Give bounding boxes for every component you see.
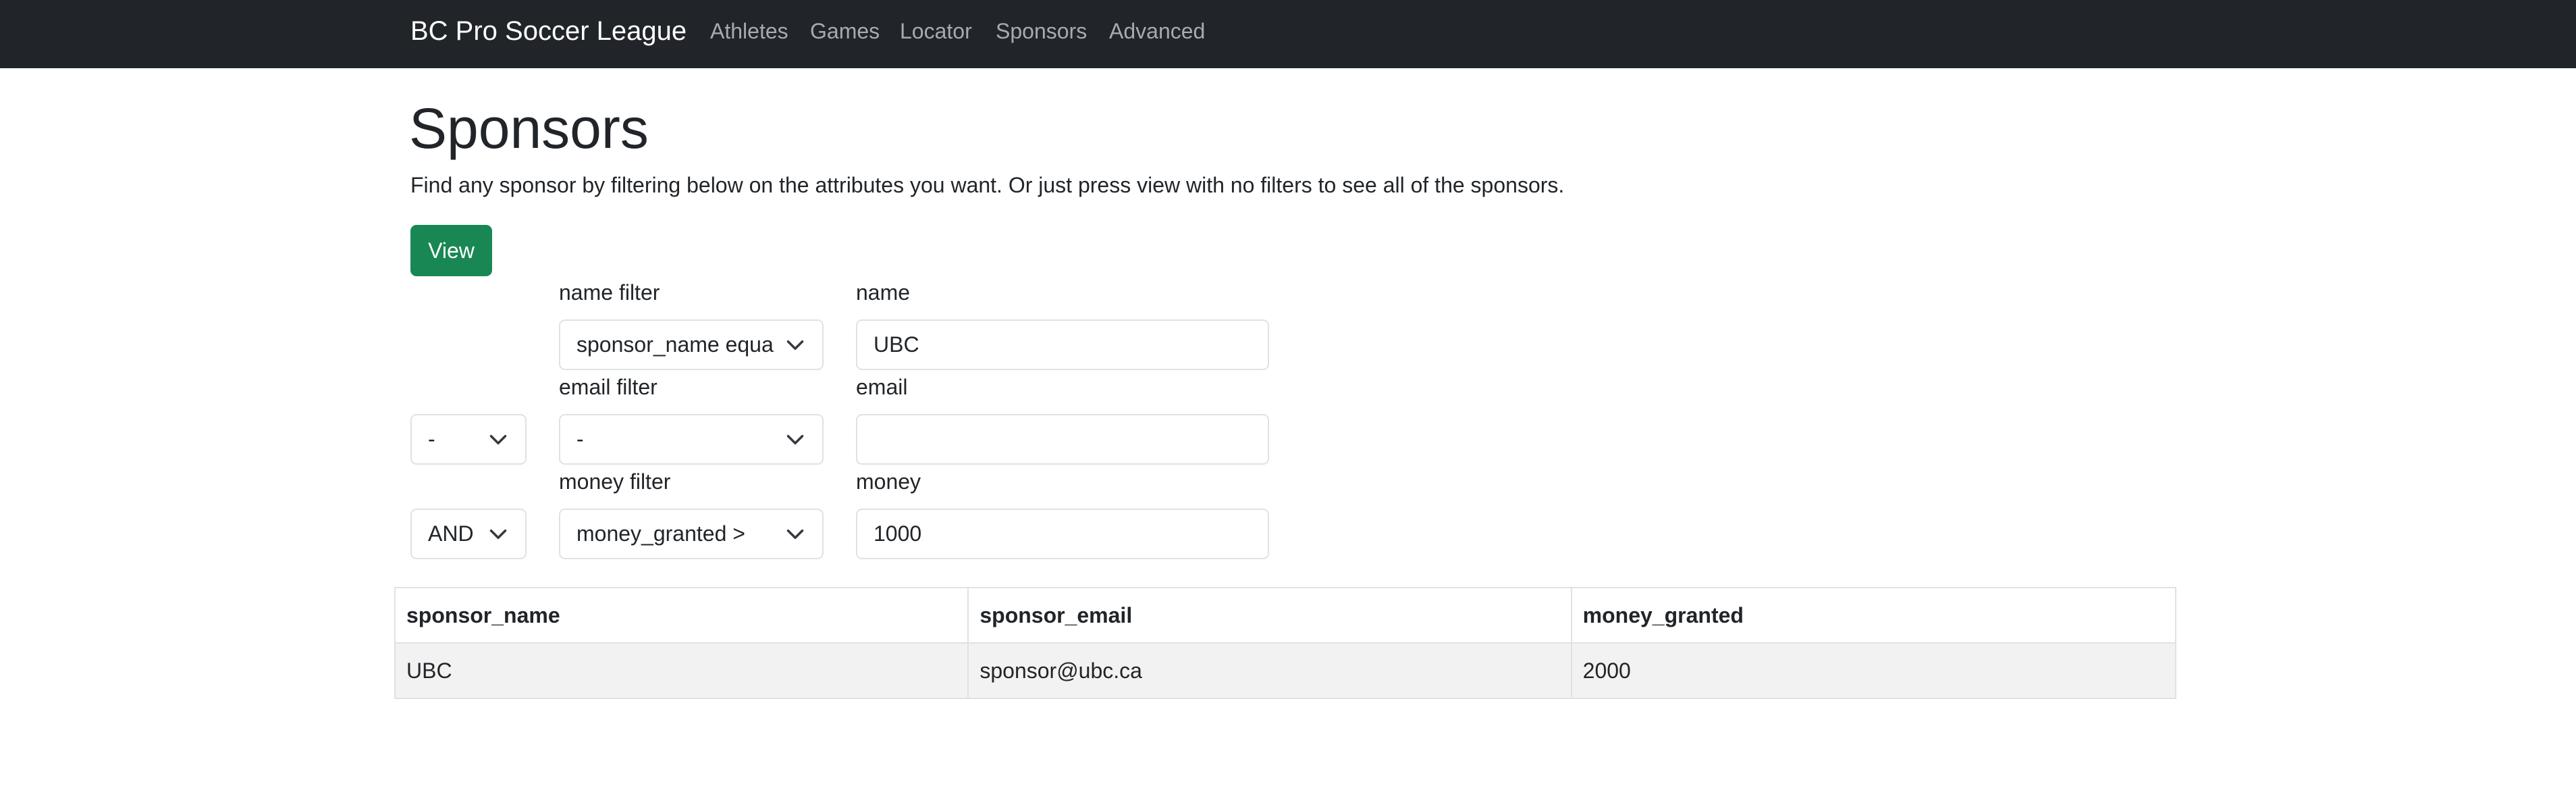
money-connector-select[interactable]: AND bbox=[410, 509, 527, 559]
name-label: name bbox=[856, 280, 911, 305]
money-connector-select-value: AND bbox=[428, 521, 474, 546]
column-header-sponsor-name: sponsor_name bbox=[394, 587, 969, 644]
table-header-row: sponsor_name sponsor_email money_granted bbox=[394, 587, 2177, 644]
page-title: Sponsors bbox=[409, 97, 649, 160]
money-input[interactable] bbox=[856, 509, 1269, 559]
cell-sponsor-name: UBC bbox=[394, 642, 969, 699]
money-filter-select[interactable]: money_granted > bbox=[559, 509, 824, 559]
name-filter-select[interactable]: sponsor_name equa bbox=[559, 319, 824, 370]
nav-link-sponsors[interactable]: Sponsors bbox=[996, 18, 1087, 44]
cell-money-granted: 2000 bbox=[1570, 642, 2177, 699]
chevron-down-icon bbox=[489, 435, 507, 444]
page-description: Find any sponsor by filtering below on t… bbox=[410, 173, 1565, 197]
results-table: sponsor_name sponsor_email money_granted… bbox=[394, 587, 2177, 699]
email-filter-select[interactable]: - bbox=[559, 414, 824, 465]
column-header-sponsor-email: sponsor_email bbox=[967, 587, 1572, 644]
navbar-brand[interactable]: BC Pro Soccer League bbox=[410, 15, 687, 47]
column-header-money-granted: money_granted bbox=[1570, 587, 2177, 644]
chevron-down-icon bbox=[786, 529, 804, 539]
name-filter-select-value: sponsor_name equa bbox=[576, 332, 774, 357]
email-input[interactable] bbox=[856, 414, 1269, 465]
money-label: money bbox=[856, 469, 921, 494]
chevron-down-icon bbox=[786, 340, 804, 350]
email-filter-label: email filter bbox=[559, 375, 658, 399]
chevron-down-icon bbox=[786, 435, 804, 444]
navbar: BC Pro Soccer League Athletes Games Loca… bbox=[0, 0, 2576, 68]
email-connector-select[interactable]: - bbox=[410, 414, 527, 465]
money-filter-label: money filter bbox=[559, 469, 671, 494]
view-button[interactable]: View bbox=[410, 225, 492, 276]
name-input[interactable] bbox=[856, 319, 1269, 370]
cell-sponsor-email: sponsor@ubc.ca bbox=[967, 642, 1572, 699]
nav-link-games[interactable]: Games bbox=[810, 18, 880, 44]
chevron-down-icon bbox=[489, 529, 507, 539]
nav-link-advanced[interactable]: Advanced bbox=[1109, 18, 1205, 44]
email-filter-select-value: - bbox=[576, 427, 584, 451]
name-filter-label: name filter bbox=[559, 280, 660, 305]
email-connector-select-value: - bbox=[428, 427, 435, 451]
nav-link-athletes[interactable]: Athletes bbox=[710, 18, 788, 44]
table-row: UBC sponsor@ubc.ca 2000 bbox=[394, 642, 2177, 699]
nav-link-locator[interactable]: Locator bbox=[900, 18, 972, 44]
money-filter-select-value: money_granted > bbox=[576, 521, 745, 546]
email-label: email bbox=[856, 375, 908, 399]
